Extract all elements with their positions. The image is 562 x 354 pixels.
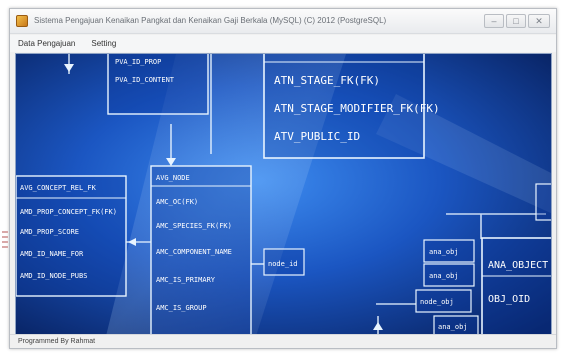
app-window: Sistema Pengajuan Kenaikan Pangkat dan K… [9, 8, 557, 349]
database-schema-art: PVA_ID_PROP PVA_ID_CONTENT ATN_STAGE_FK(… [16, 54, 551, 334]
schema-label: ana_obj [429, 272, 459, 280]
schema-label: ATV_PUBLIC_ID [274, 130, 360, 143]
schema-label: ana_obj [438, 323, 468, 331]
app-icon [16, 15, 28, 27]
schema-label: AMC_OC(FK) [156, 198, 198, 206]
schema-label: AMC_SPECIES_FK(FK) [156, 222, 232, 230]
schema-label: AMD_ID_NAME_FOR [20, 250, 84, 258]
background-image: PVA_ID_PROP PVA_ID_CONTENT ATN_STAGE_FK(… [15, 53, 552, 335]
schema-label: OBJ_OID [488, 294, 530, 305]
schema-label: ANA_OBJECT [488, 260, 548, 271]
entity-node: node_id [263, 248, 305, 276]
maximize-button[interactable]: □ [506, 14, 526, 28]
schema-label: ATN_STAGE_MODIFIER_FK(FK) [274, 102, 440, 115]
entity-top-left: PVA_ID_PROP PVA_ID_CONTENT [107, 54, 209, 115]
schema-label: ATN_STAGE_FK(FK) [274, 74, 380, 87]
menu-item-data-pengajuan[interactable]: Data Pengajuan [18, 39, 75, 48]
schema-label: AMC_IS_GROUP [156, 304, 207, 312]
schema-label: AMD_ID_NODE_PUBS [20, 272, 87, 280]
entity-center: AVG_NODE AMC_OC(FK) AMC_SPECIES_FK(FK) A… [150, 165, 252, 334]
schema-label: AMD_PROP_SCORE [20, 228, 79, 236]
schema-label: ana_obj [429, 248, 459, 256]
entity-top-center: ATN_STAGE_FK(FK) ATN_STAGE_MODIFIER_FK(F… [263, 54, 440, 159]
status-text: Programmed By Rahmat [18, 338, 96, 345]
schema-label: AMC_COMPONENT_NAME [156, 248, 232, 256]
schema-label: node_id [268, 260, 298, 268]
schema-label: node_obj [420, 298, 454, 306]
schema-label: PVA_ID_CONTENT [115, 76, 175, 84]
entity-fragment [535, 183, 551, 221]
window-title: Sistema Pengajuan Kenaikan Pangkat dan K… [34, 16, 387, 25]
schema-label: AMC_IS_PRIMARY [156, 276, 216, 284]
close-button[interactable]: ✕ [528, 14, 550, 28]
schema-label: AVG_NODE [156, 174, 190, 182]
entity-left: AVG_CONCEPT_REL_FK AMD_PROP_CONCEPT_FK(F… [16, 175, 127, 297]
desktop-edge-marks [0, 228, 10, 268]
schema-label: AVG_CONCEPT_REL_FK [20, 184, 97, 192]
menu-bar: Data Pengajuan Setting [10, 35, 556, 52]
minimize-button[interactable]: – [484, 14, 504, 28]
window-controls: – □ ✕ [484, 14, 550, 28]
menu-item-setting[interactable]: Setting [91, 39, 116, 48]
schema-label: AMD_PROP_CONCEPT_FK(FK) [20, 208, 117, 216]
title-bar[interactable]: Sistema Pengajuan Kenaikan Pangkat dan K… [10, 9, 556, 34]
schema-label: PVA_ID_PROP [115, 58, 161, 66]
entity-right: ANA_OBJECT OBJ_OID [481, 237, 551, 334]
status-bar: Programmed By Rahmat [10, 334, 556, 348]
